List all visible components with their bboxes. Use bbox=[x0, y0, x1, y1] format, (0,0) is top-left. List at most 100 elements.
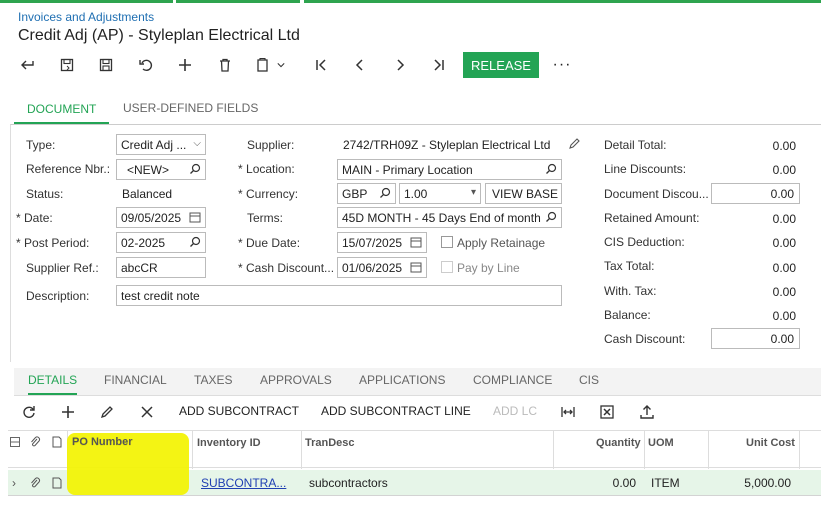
cis-deduction-label: CIS Deduction: bbox=[604, 235, 685, 249]
col-uom[interactable]: UOM bbox=[648, 437, 674, 449]
supplier-ref-label: Supplier Ref.: bbox=[26, 261, 99, 275]
save-and-close-icon[interactable] bbox=[53, 52, 81, 78]
view-base-button[interactable]: VIEW BASE bbox=[485, 183, 562, 204]
cis-deduction-value: 0.00 bbox=[772, 236, 796, 250]
add-row-icon[interactable] bbox=[60, 404, 76, 420]
release-button[interactable]: RELEASE bbox=[463, 52, 539, 78]
row-selector-header-icon[interactable] bbox=[10, 437, 20, 447]
due-date-label: * Due Date: bbox=[238, 236, 301, 250]
save-icon[interactable] bbox=[92, 52, 120, 78]
status-label: Status: bbox=[26, 187, 64, 201]
calendar-icon bbox=[189, 212, 201, 223]
top-progress-bar bbox=[0, 0, 821, 3]
search-icon bbox=[190, 236, 201, 247]
tab-user-defined-fields[interactable]: USER-DEFINED FIELDS bbox=[123, 98, 258, 124]
cell-uom[interactable]: ITEM bbox=[651, 476, 680, 490]
line-discounts-value: 0.00 bbox=[772, 163, 796, 177]
refresh-icon[interactable] bbox=[21, 404, 37, 420]
cell-quantity[interactable]: 0.00 bbox=[588, 476, 636, 490]
add-subcontract-button[interactable]: ADD SUBCONTRACT bbox=[179, 404, 299, 418]
tax-total-label: Tax Total: bbox=[604, 259, 655, 273]
date-label: * Date: bbox=[16, 211, 53, 225]
tab-taxes[interactable]: TAXES bbox=[194, 373, 232, 395]
due-date-field[interactable]: 15/07/2025 bbox=[337, 232, 427, 253]
cash-discount-date-field[interactable]: 01/06/2025 bbox=[337, 257, 427, 278]
post-period-field[interactable]: 02-2025 bbox=[116, 232, 206, 253]
search-icon bbox=[190, 163, 201, 174]
tab-compliance[interactable]: COMPLIANCE bbox=[473, 373, 552, 395]
upload-icon[interactable] bbox=[639, 404, 655, 420]
cell-trandesc[interactable]: subcontractors bbox=[309, 476, 388, 490]
calendar-icon bbox=[410, 262, 422, 273]
next-record-icon[interactable] bbox=[386, 52, 414, 78]
pay-by-line-label: Pay by Line bbox=[457, 261, 520, 275]
first-record-icon[interactable] bbox=[307, 52, 335, 78]
currency-field[interactable]: GBP bbox=[337, 183, 396, 204]
chevron-down-icon: ⌵ bbox=[193, 138, 201, 149]
post-period-label: * Post Period: bbox=[16, 236, 90, 250]
last-record-icon[interactable] bbox=[425, 52, 453, 78]
with-tax-value: 0.00 bbox=[772, 285, 796, 299]
breadcrumb[interactable]: Invoices and Adjustments bbox=[18, 10, 154, 24]
copy-paste-dropdown-icon[interactable] bbox=[250, 52, 290, 78]
tab-applications[interactable]: APPLICATIONS bbox=[359, 373, 445, 395]
cash-discount-field[interactable]: 0.00 bbox=[711, 328, 800, 349]
tax-total-value: 0.00 bbox=[772, 261, 796, 275]
document-discount-label: Document Discou... bbox=[604, 187, 709, 201]
description-label: Description: bbox=[26, 289, 90, 303]
add-lc-button[interactable]: ADD LC bbox=[493, 404, 537, 418]
cell-inventory-id-link[interactable]: SUBCONTRA... bbox=[201, 476, 286, 490]
edit-pencil-icon[interactable] bbox=[568, 137, 581, 150]
balance-value: 0.00 bbox=[772, 309, 796, 323]
tab-approvals[interactable]: APPROVALS bbox=[260, 373, 332, 395]
apply-retainage-checkbox[interactable] bbox=[441, 236, 453, 248]
tab-cis[interactable]: CIS bbox=[579, 373, 599, 395]
pay-by-line-checkbox[interactable] bbox=[441, 261, 453, 273]
notes-icon[interactable] bbox=[51, 477, 63, 489]
description-field[interactable]: test credit note bbox=[116, 285, 562, 306]
search-icon bbox=[380, 187, 391, 198]
add-subcontract-line-button[interactable]: ADD SUBCONTRACT LINE bbox=[321, 404, 471, 418]
supplier-ref-field[interactable]: abcCR bbox=[116, 257, 206, 278]
col-trandesc[interactable]: TranDesc bbox=[305, 437, 355, 449]
document-discount-field[interactable]: 0.00 bbox=[711, 183, 800, 204]
fit-columns-icon[interactable] bbox=[560, 404, 576, 420]
back-icon[interactable] bbox=[14, 52, 42, 78]
currency-label: * Currency: bbox=[238, 187, 299, 201]
add-icon[interactable] bbox=[171, 52, 199, 78]
status-value: Balanced bbox=[122, 187, 173, 201]
reference-nbr-field[interactable]: <NEW> bbox=[116, 159, 206, 180]
attachment-icon[interactable] bbox=[29, 477, 41, 489]
previous-record-icon[interactable] bbox=[346, 52, 374, 78]
edit-pencil-icon[interactable] bbox=[99, 404, 115, 420]
type-label: Type: bbox=[26, 138, 56, 152]
more-actions-button[interactable]: ··· bbox=[550, 52, 574, 78]
search-icon bbox=[546, 163, 557, 174]
supplier-value: 2742/TRH09Z - Styleplan Electrical Ltd bbox=[343, 138, 551, 152]
export-excel-icon[interactable] bbox=[599, 404, 615, 420]
tab-details[interactable]: DETAILS bbox=[28, 373, 78, 395]
delete-icon[interactable] bbox=[211, 52, 239, 78]
search-icon bbox=[546, 211, 557, 222]
location-field[interactable]: MAIN - Primary Location bbox=[337, 159, 562, 180]
notes-icon bbox=[52, 436, 62, 448]
terms-field[interactable]: 45D MONTH - 45 Days End of month bbox=[337, 207, 562, 228]
row-expand-chevron-icon[interactable]: › bbox=[12, 476, 16, 490]
col-unit-cost[interactable]: Unit Cost bbox=[746, 437, 795, 449]
detail-total-value: 0.00 bbox=[772, 139, 796, 153]
date-field[interactable]: 09/05/2025 bbox=[116, 207, 206, 228]
terms-label: Terms: bbox=[247, 211, 283, 225]
cell-unit-cost[interactable]: 5,000.00 bbox=[728, 476, 791, 490]
currency-rate-select[interactable]: 1.00 ▾ bbox=[399, 183, 481, 204]
tab-document[interactable]: DOCUMENT bbox=[14, 98, 110, 124]
detail-total-label: Detail Total: bbox=[604, 138, 667, 152]
col-inventory-id[interactable]: Inventory ID bbox=[197, 437, 261, 449]
page-title: Credit Adj (AP) - Styleplan Electrical L… bbox=[18, 27, 300, 44]
undo-icon[interactable] bbox=[132, 52, 160, 78]
delete-row-icon[interactable] bbox=[139, 404, 155, 420]
calendar-icon bbox=[410, 237, 422, 248]
col-quantity[interactable]: Quantity bbox=[596, 437, 641, 449]
retained-amount-value: 0.00 bbox=[772, 212, 796, 226]
type-select[interactable]: Credit Adj ... ⌵ bbox=[116, 134, 206, 155]
tab-financial[interactable]: FINANCIAL bbox=[104, 373, 167, 395]
